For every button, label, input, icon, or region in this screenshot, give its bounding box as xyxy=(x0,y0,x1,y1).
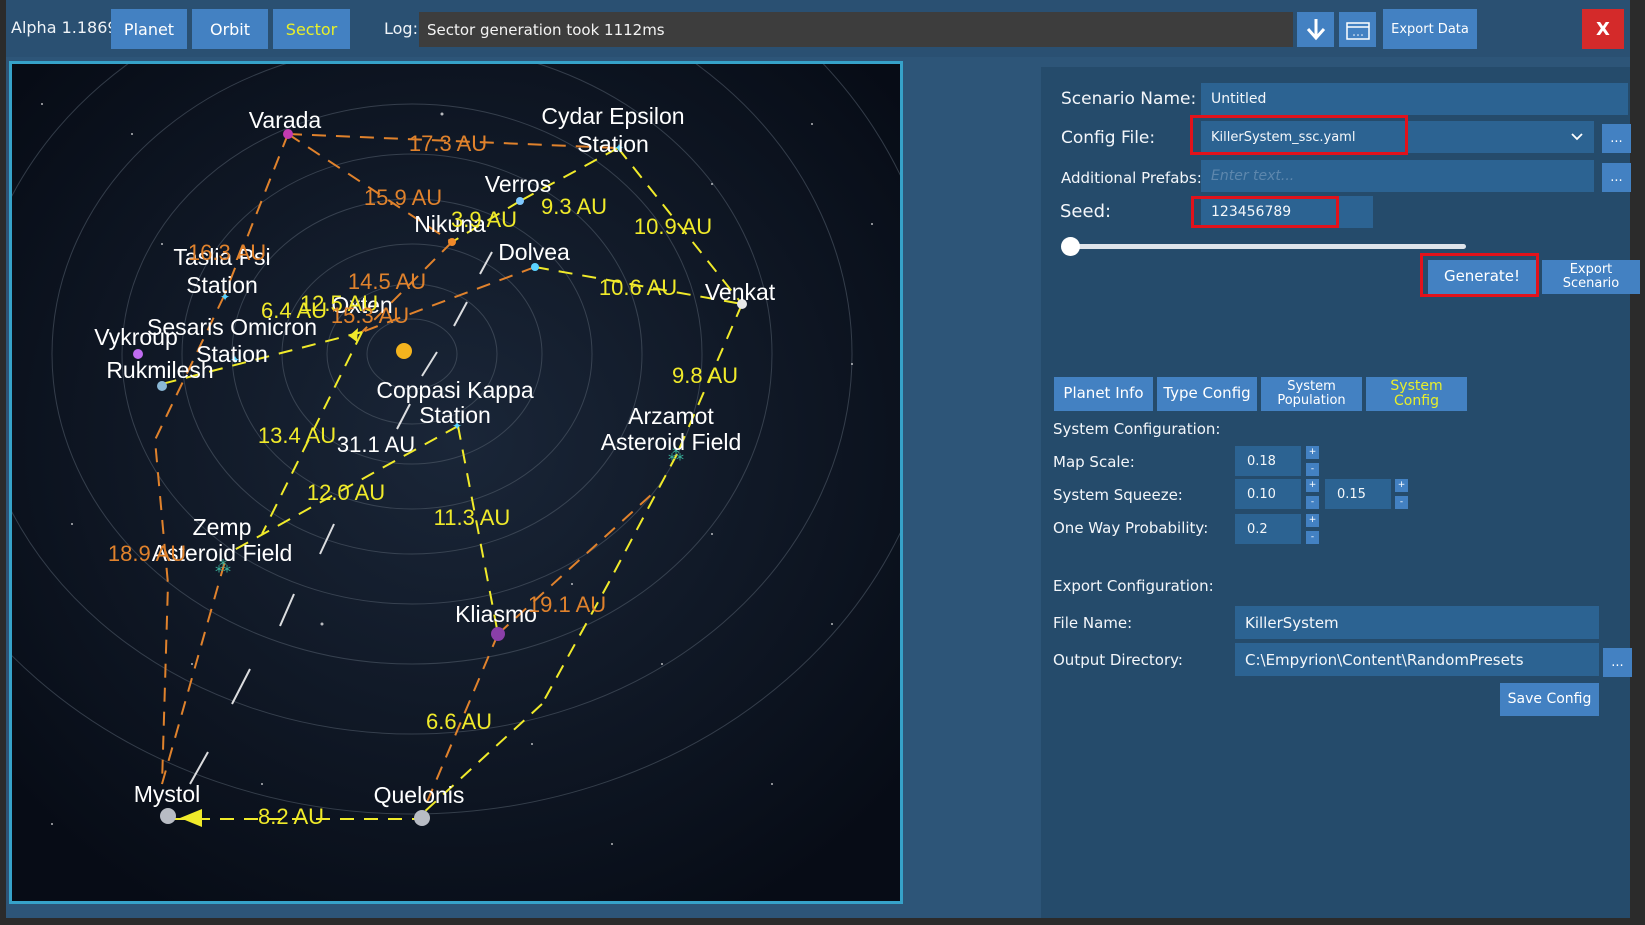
distance-label: 9.3 AU xyxy=(541,194,607,219)
tab-system-config[interactable]: System Config xyxy=(1366,377,1467,411)
star-mystol[interactable] xyxy=(160,808,176,824)
config-file-label: Config File: xyxy=(1061,128,1156,148)
distance-label: 13.4 AU xyxy=(258,423,336,448)
distance-label: 31.1 AU xyxy=(337,432,415,457)
tab-orbit[interactable]: Orbit xyxy=(192,9,268,49)
tab-system-population[interactable]: System Population xyxy=(1261,377,1362,411)
label-rukmilesh: Rukmilesh xyxy=(106,357,213,383)
output-directory-input[interactable]: C:\Empyrion\Content\RandomPresets xyxy=(1235,643,1599,676)
version-label: Alpha 1.1869 xyxy=(11,18,118,37)
distance-label: 12.0 AU xyxy=(307,480,385,505)
label-cydar-1: Cydar Epsilon xyxy=(541,103,684,129)
label-quelonis: Quelonis xyxy=(374,782,465,808)
one-way-probability-label: One Way Probability: xyxy=(1053,519,1209,537)
export-config-heading: Export Configuration: xyxy=(1053,577,1214,595)
label-taslia-2: Station xyxy=(186,272,258,298)
one-way-probability-input[interactable]: 0.2 xyxy=(1235,514,1301,544)
system-squeeze-min-decrement[interactable]: - xyxy=(1306,496,1319,509)
system-squeeze-min-input[interactable]: 0.10 xyxy=(1235,479,1301,509)
additional-prefabs-label: Additional Prefabs: xyxy=(1061,169,1202,187)
distance-label: 18.9 AU xyxy=(108,541,186,566)
log-output: Sector generation took 1112ms xyxy=(419,12,1293,47)
distance-label: 17.3 AU xyxy=(409,131,487,156)
file-name-label: File Name: xyxy=(1053,614,1133,632)
save-config-button[interactable]: Save Config xyxy=(1500,683,1599,716)
distance-label: 19.1 AU xyxy=(528,592,606,617)
scenario-name-label: Scenario Name: xyxy=(1061,89,1197,109)
seed-label: Seed: xyxy=(1060,201,1112,222)
file-name-input[interactable]: KillerSystem xyxy=(1235,606,1599,639)
distance-label: 10.6 AU xyxy=(599,275,677,300)
log-label: Log: xyxy=(384,19,418,38)
sector-map-canvas: ✦ ✦ ✦ ✦ ⁂ ⁂ Varada Cydar Epsilon Station… xyxy=(12,64,900,901)
star-quelonis[interactable] xyxy=(414,810,430,826)
star-nikuna[interactable] xyxy=(448,238,456,246)
tab-type-config[interactable]: Type Config xyxy=(1157,377,1257,411)
tab-planet-info[interactable]: Planet Info xyxy=(1054,377,1153,411)
sun-icon xyxy=(396,343,412,359)
tab-planet[interactable]: Planet xyxy=(111,9,187,49)
map-scale-label: Map Scale: xyxy=(1053,453,1135,471)
label-dolvea: Dolvea xyxy=(498,239,570,265)
output-directory-browse-button[interactable]: ... xyxy=(1603,648,1632,677)
distance-label: 6.4 AU xyxy=(261,298,327,323)
seed-slider-track[interactable] xyxy=(1066,244,1466,249)
browse-folder-button[interactable] xyxy=(1339,12,1376,47)
sector-map[interactable]: ✦ ✦ ✦ ✦ ⁂ ⁂ Varada Cydar Epsilon Station… xyxy=(9,61,903,904)
map-scale-input[interactable]: 0.18 xyxy=(1235,446,1301,476)
label-zemp-1: Zemp xyxy=(193,514,252,540)
label-vykroup: Vykroup xyxy=(94,324,178,350)
additional-prefabs-browse-button[interactable]: ... xyxy=(1602,163,1631,192)
system-squeeze-max-decrement[interactable]: - xyxy=(1395,496,1408,509)
map-scale-decrement[interactable]: - xyxy=(1306,463,1319,476)
distance-label: 11.3 AU xyxy=(434,505,511,530)
export-data-button[interactable]: Export Data xyxy=(1383,9,1477,49)
label-arzamot-1: Arzamot xyxy=(628,403,714,429)
seed-input[interactable]: 123456789 xyxy=(1201,196,1373,228)
one-way-probability-increment[interactable]: + xyxy=(1306,514,1319,527)
chevron-down-icon xyxy=(1571,133,1583,141)
label-venkat: Venkat xyxy=(705,279,776,305)
download-button[interactable] xyxy=(1297,12,1334,47)
distance-label: 10.9 AU xyxy=(634,214,712,239)
distance-label: 3.9 AU xyxy=(451,207,517,232)
distance-label: 6.6 AU xyxy=(426,709,492,734)
output-directory-label: Output Directory: xyxy=(1053,651,1183,669)
distance-label: 15.9 AU xyxy=(364,185,442,210)
map-scale-increment[interactable]: + xyxy=(1306,446,1319,459)
config-file-browse-button[interactable]: ... xyxy=(1602,124,1631,153)
system-config-heading: System Configuration: xyxy=(1053,420,1221,438)
distance-label: 8.2 AU xyxy=(258,804,324,829)
config-file-select[interactable]: KillerSystem_ssc.yaml xyxy=(1201,121,1594,153)
config-file-value: KillerSystem_ssc.yaml xyxy=(1211,129,1356,145)
export-scenario-button[interactable]: Export Scenario xyxy=(1542,260,1640,294)
system-squeeze-min-increment[interactable]: + xyxy=(1306,479,1319,492)
distance-label: 9.8 AU xyxy=(672,363,738,388)
folder-icon xyxy=(1345,21,1370,40)
distance-label: 15.3 AU xyxy=(331,303,409,328)
label-arzamot-2: Asteroid Field xyxy=(601,429,742,455)
top-bar: Alpha 1.1869 Planet Orbit Sector Log: Se… xyxy=(6,0,1630,57)
system-squeeze-max-input[interactable]: 0.15 xyxy=(1325,479,1391,509)
additional-prefabs-input[interactable]: Enter text... xyxy=(1201,160,1594,192)
label-kliasmo: Kliasmo xyxy=(455,601,537,627)
star-verros[interactable] xyxy=(516,197,524,205)
label-varada: Varada xyxy=(249,107,322,133)
star-kliasmo[interactable] xyxy=(491,627,505,641)
download-arrow-icon xyxy=(1306,18,1325,40)
label-coppasi-1: Coppasi Kappa xyxy=(376,377,533,403)
generate-button[interactable]: Generate! xyxy=(1428,260,1536,294)
system-squeeze-max-increment[interactable]: + xyxy=(1395,479,1408,492)
seed-slider-thumb[interactable] xyxy=(1061,237,1080,256)
label-coppasi-2: Station xyxy=(419,402,491,428)
tab-sector[interactable]: Sector xyxy=(273,9,350,49)
app-window: Alpha 1.1869 Planet Orbit Sector Log: Se… xyxy=(6,0,1640,918)
scenario-name-input[interactable]: Untitled xyxy=(1201,83,1628,115)
system-squeeze-label: System Squeeze: xyxy=(1053,486,1183,504)
label-cydar-2: Station xyxy=(577,131,649,157)
close-button[interactable]: X xyxy=(1582,9,1624,49)
label-mystol: Mystol xyxy=(134,781,200,807)
one-way-probability-decrement[interactable]: - xyxy=(1306,531,1319,544)
distance-label: 16.3 AU xyxy=(188,240,266,265)
